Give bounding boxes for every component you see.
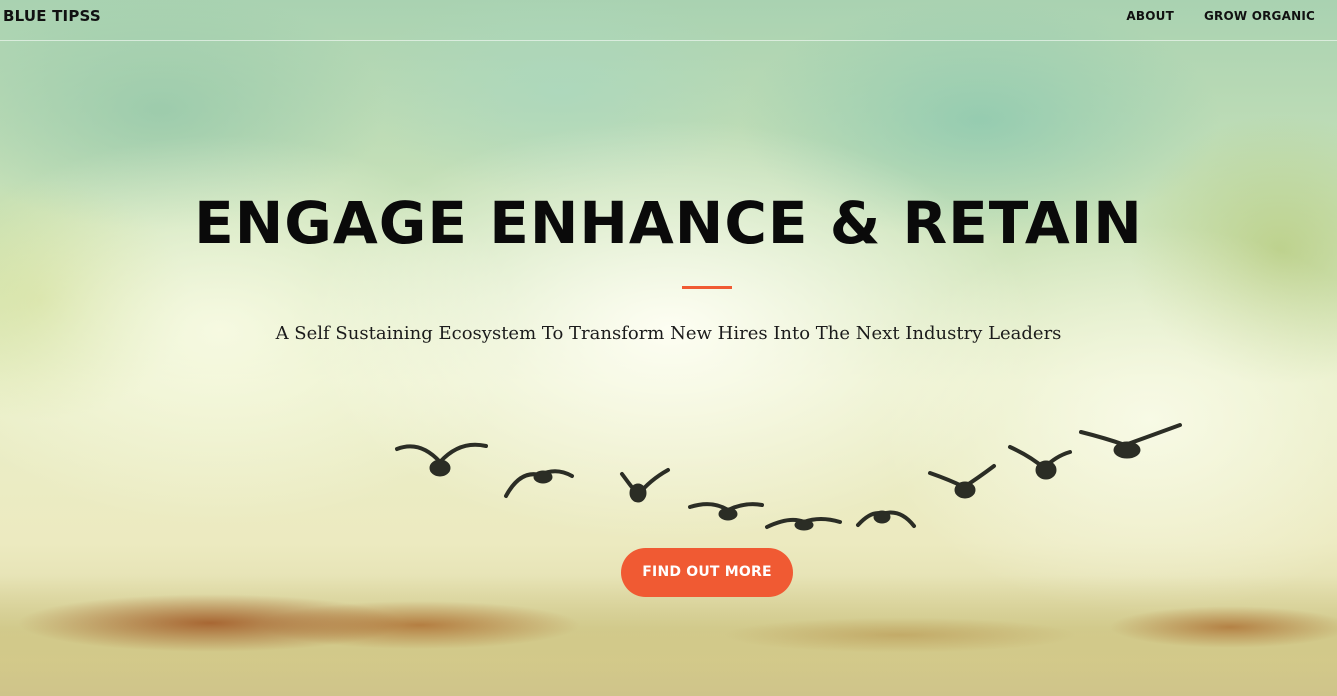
bird-icon [1008, 445, 1072, 480]
bird-icon [688, 502, 764, 521]
bird-icon [928, 464, 996, 499]
bird-icon [620, 468, 670, 503]
hero-subtitle: A Self Sustaining Ecosystem To Transform… [275, 323, 1062, 344]
bird-icon [856, 510, 916, 528]
headline-divider [682, 286, 732, 289]
hero-headline: ENGAGE ENHANCE & RETAIN [194, 189, 1143, 257]
bird-icon [504, 469, 574, 498]
bird-icon [765, 517, 842, 531]
find-out-more-button[interactable]: FIND OUT MORE [621, 548, 793, 597]
bird-icon [1079, 423, 1182, 459]
top-navbar: BLUE TIPSS ABOUT GROW ORGANIC [0, 0, 1337, 41]
bird-icon [395, 442, 488, 477]
brand-logo-link[interactable]: BLUE TIPSS [3, 7, 101, 25]
nav-links: ABOUT GROW ORGANIC [1126, 9, 1315, 23]
hero-section: BLUE TIPSS ABOUT GROW ORGANIC ENGAGE ENH… [0, 0, 1337, 696]
nav-link-grow-organic[interactable]: GROW ORGANIC [1204, 9, 1315, 23]
nav-link-about[interactable]: ABOUT [1126, 9, 1174, 23]
